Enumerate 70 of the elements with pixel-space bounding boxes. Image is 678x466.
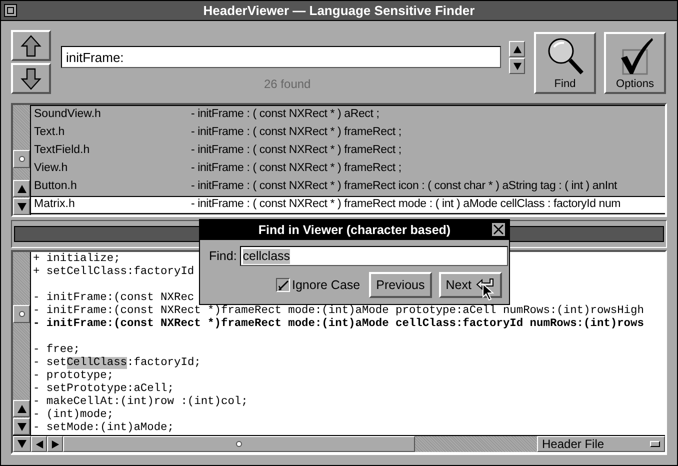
find-label: Find: [209, 248, 237, 265]
code-line: - (int)mode; [32, 409, 114, 422]
file-name: TextField.h [33, 143, 91, 158]
previous-button[interactable] [11, 30, 51, 61]
file-name: Text.h [33, 125, 66, 140]
left-triangle-icon [34, 440, 44, 448]
scroll-knob[interactable] [13, 305, 30, 323]
find-field[interactable]: cellclass [240, 246, 508, 266]
code-line: - prototype; [32, 370, 114, 382]
file-name: Matrix.h [33, 197, 76, 212]
list-scrollbar[interactable] [13, 105, 31, 215]
code-line: - initFrame:(const NXRect *)frameRect mode:(int)aMode cellClass:factoryId numRows:(int)rows [32, 318, 644, 331]
scroll-up-button[interactable] [13, 400, 30, 417]
code-line: + setCellClass:factoryId [32, 266, 194, 279]
up-triangle-icon [16, 404, 26, 414]
down-triangle-icon [512, 62, 522, 70]
code-line: - setMode:(int)aMode; [32, 422, 174, 435]
next-button[interactable] [11, 63, 51, 94]
right-triangle-icon [50, 440, 60, 448]
method-signature: - initFrame : ( const NXRect * ) frameRect ; [191, 125, 402, 140]
close-icon [493, 224, 504, 235]
method-signature: - initFrame : ( const NXRect * ) frameRect ; [191, 161, 402, 176]
code-line: - initFrame:(const NXRect *)frameRect mode:(int)aMode prototype:aCell numRows:(int)rowsHigh [32, 305, 644, 318]
scroll-right-button[interactable] [47, 436, 63, 452]
options-button[interactable]: Options [604, 32, 666, 94]
checkbox-label: Ignore Case [292, 276, 360, 294]
window-title: HeaderViewer — Language Sensitive Finder [203, 2, 475, 20]
code-line: - setPrototype:aCell; [32, 383, 174, 396]
checkbox[interactable] [276, 278, 290, 292]
method-signature: - initFrame : ( const NXRect * ) frameRect ; [191, 143, 402, 158]
text-scrollbar[interactable] [13, 252, 31, 435]
history-down-button[interactable] [509, 58, 525, 74]
up-triangle-icon [512, 44, 522, 54]
code-line: - initFrame:(const NXRec [32, 292, 194, 304]
down-arrow-icon [20, 66, 42, 90]
scroll-knob[interactable] [63, 436, 415, 452]
file-name: SoundView.h [33, 107, 102, 122]
method-signature: - initFrame : ( const NXRect * ) frameRect mode : ( int ) aMode cellClass : factoryId num [191, 197, 621, 212]
up-triangle-icon [16, 184, 26, 194]
method-signature: - initFrame : ( const NXRect * ) aRect ; [191, 107, 380, 122]
up-arrow-icon [20, 34, 42, 58]
pointer-icon [482, 283, 494, 301]
scroll-up-button[interactable] [13, 180, 30, 197]
scroll-left-button[interactable] [31, 436, 47, 452]
result-count: 26 found [264, 76, 311, 93]
file-name: Button.h [33, 179, 78, 194]
search-field[interactable]: initFrame: [61, 46, 501, 68]
code-line: - setCellClass:factoryId; [32, 357, 201, 370]
result-row[interactable]: Matrix.h - initFrame : ( const NXRect * ) frameRect mode : ( int ) aMode cellClass : factoryId num [31, 196, 665, 214]
history-up-button[interactable] [509, 41, 525, 57]
horizontal-scrollbar[interactable] [63, 436, 537, 452]
scroll-down-button[interactable] [13, 198, 30, 215]
file-type-popup[interactable]: Header File [537, 436, 665, 452]
dialog-title: Find in Viewer (character based) [258, 222, 451, 239]
miniaturize-button[interactable] [4, 4, 17, 17]
scroll-down-button[interactable] [13, 418, 30, 435]
code-line: + initialize; [32, 253, 120, 266]
find-button[interactable]: Find [534, 32, 596, 94]
file-name: View.h [33, 161, 69, 176]
previous-match-button[interactable]: Previous [369, 272, 432, 298]
code-line: - makeCellAt:(int)row :(int)col; [32, 396, 248, 408]
next-match-button[interactable]: Next [438, 272, 502, 298]
code-line: - free; [32, 344, 80, 356]
scroll-knob[interactable] [13, 150, 30, 168]
scroll-down-button[interactable] [13, 436, 31, 452]
method-signature: - initFrame : ( const NXRect * ) frameRect icon : ( const char * ) aString tag : ( int ) anInt [191, 179, 618, 194]
down-triangle-icon [16, 202, 26, 212]
return-icon [475, 278, 496, 292]
popup-icon [650, 441, 660, 447]
close-button[interactable] [491, 222, 506, 237]
